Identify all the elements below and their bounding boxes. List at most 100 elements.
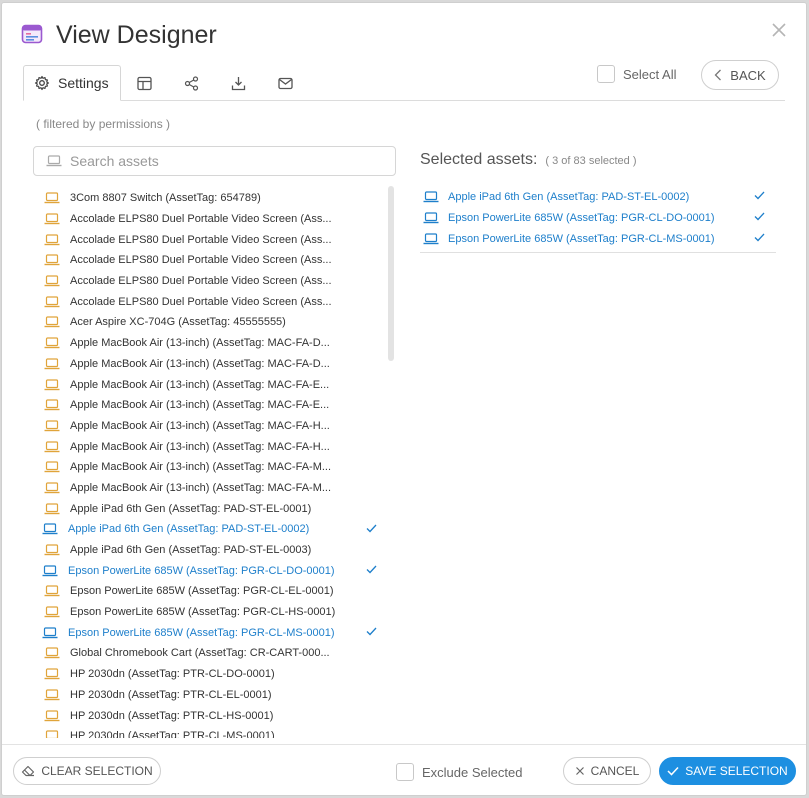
asset-list-item[interactable]: Apple MacBook Air (13-inch) (AssetTag: M…	[36, 457, 388, 478]
exclude-selected-checkbox[interactable]	[396, 763, 414, 781]
asset-list-item[interactable]: HP 2030dn (AssetTag: PTR-CL-HS-0001)	[36, 705, 388, 726]
asset-list-item[interactable]: Global Chromebook Cart (AssetTag: CR-CAR…	[36, 643, 388, 664]
tab-settings[interactable]: Settings	[23, 65, 121, 101]
selected-asset-item[interactable]: Epson PowerLite 685W (AssetTag: PGR-CL-D…	[420, 207, 776, 228]
asset-list-item[interactable]: Apple iPad 6th Gen (AssetTag: PAD-ST-EL-…	[36, 498, 388, 519]
asset-list-item-label: Apple MacBook Air (13-inch) (AssetTag: M…	[70, 399, 330, 412]
asset-list-item[interactable]: HP 2030dn (AssetTag: PTR-CL-EL-0001)	[36, 685, 388, 706]
asset-list-item[interactable]: Accolade ELPS80 Duel Portable Video Scre…	[36, 291, 388, 312]
selected-asset-item[interactable]: Epson PowerLite 685W (AssetTag: PGR-CL-M…	[420, 228, 776, 249]
asset-list-item[interactable]: Epson PowerLite 685W (AssetTag: PGR-CL-D…	[36, 560, 388, 581]
laptop-icon	[423, 190, 439, 202]
asset-list-item[interactable]: Epson PowerLite 685W (AssetTag: PGR-CL-H…	[36, 602, 388, 623]
asset-list-item[interactable]: Apple iPad 6th Gen (AssetTag: PAD-ST-EL-…	[36, 540, 388, 561]
selected-asset-item[interactable]: Apple iPad 6th Gen (AssetTag: PAD-ST-EL-…	[420, 186, 776, 207]
check-icon	[754, 212, 765, 221]
asset-list-item[interactable]: Apple MacBook Air (13-inch) (AssetTag: M…	[36, 478, 388, 499]
save-selection-button[interactable]: SAVE SELECTION	[659, 757, 796, 785]
asset-list-item-label: HP 2030dn (AssetTag: PTR-CL-EL-0001)	[70, 688, 272, 701]
asset-list-item-label: Apple iPad 6th Gen (AssetTag: PAD-ST-EL-…	[68, 523, 310, 536]
asset-list-item[interactable]: Apple MacBook Air (13-inch) (AssetTag: M…	[36, 374, 388, 395]
share-icon	[184, 75, 198, 91]
laptop-icon	[44, 606, 60, 618]
dialog-title: View Designer	[56, 21, 217, 49]
select-all-label: Select All	[623, 66, 677, 82]
asset-list-item[interactable]: Apple iPad 6th Gen (AssetTag: PAD-ST-EL-…	[36, 519, 388, 540]
asset-list-item[interactable]: Accolade ELPS80 Duel Portable Video Scre…	[36, 209, 388, 230]
asset-list-item-label: Epson PowerLite 685W (AssetTag: PGR-CL-H…	[70, 606, 336, 619]
asset-list-item[interactable]: Epson PowerLite 685W (AssetTag: PGR-CL-M…	[36, 622, 388, 643]
laptop-icon	[423, 232, 439, 244]
selected-assets-heading: Selected assets:	[420, 151, 538, 168]
asset-list-item-label: Global Chromebook Cart (AssetTag: CR-CAR…	[70, 647, 330, 660]
asset-list: 3Com 8807 Switch (AssetTag: 654789) Accol…	[36, 188, 388, 738]
asset-list-item-label: Accolade ELPS80 Duel Portable Video Scre…	[70, 233, 332, 246]
mail-icon	[277, 77, 293, 89]
asset-list-item-label: Apple MacBook Air (13-inch) (AssetTag: M…	[70, 440, 330, 453]
select-all-toggle[interactable]: Select All	[597, 65, 676, 83]
asset-list-item[interactable]: 3Com 8807 Switch (AssetTag: 654789)	[36, 188, 388, 209]
asset-list-item[interactable]: HP 2030dn (AssetTag: PTR-CL-MS-0001)	[36, 726, 388, 738]
asset-list-item[interactable]: Accolade ELPS80 Duel Portable Video Scre…	[36, 229, 388, 250]
asset-list-item-label: HP 2030dn (AssetTag: PTR-CL-MS-0001)	[70, 730, 275, 738]
asset-list-item-label: Apple MacBook Air (13-inch) (AssetTag: M…	[70, 337, 330, 350]
laptop-icon	[44, 461, 60, 473]
save-selection-label: SAVE SELECTION	[685, 764, 788, 778]
laptop-icon	[44, 296, 60, 307]
asset-list-item-label: Apple MacBook Air (13-inch) (AssetTag: M…	[70, 461, 332, 474]
laptop-icon	[42, 627, 58, 638]
asset-list-item[interactable]: HP 2030dn (AssetTag: PTR-CL-DO-0001)	[36, 664, 388, 685]
selected-asset-label: Epson PowerLite 685W (AssetTag: PGR-CL-M…	[448, 232, 715, 245]
search-box[interactable]	[33, 146, 396, 176]
laptop-icon	[44, 482, 60, 494]
laptop-icon	[44, 213, 60, 225]
selected-assets-header: Selected assets: ( 3 of 83 selected )	[420, 151, 637, 169]
exclude-selected-toggle[interactable]: Exclude Selected	[396, 763, 522, 781]
laptop-icon	[44, 689, 60, 701]
tab-layout[interactable]	[121, 65, 168, 101]
tab-bar: Settings	[23, 65, 309, 101]
asset-list-item[interactable]: Apple MacBook Air (13-inch) (AssetTag: M…	[36, 436, 388, 457]
laptop-icon	[46, 155, 62, 167]
back-button[interactable]: BACK	[701, 60, 779, 90]
laptop-icon	[44, 275, 60, 287]
laptop-icon	[44, 420, 60, 432]
asset-list-scrollbar[interactable]	[388, 186, 394, 361]
asset-list-item[interactable]: Epson PowerLite 685W (AssetTag: PGR-CL-E…	[36, 581, 388, 602]
asset-list-item-label: Apple MacBook Air (13-inch) (AssetTag: M…	[70, 378, 330, 391]
clear-selection-button[interactable]: CLEAR SELECTION	[13, 757, 161, 785]
laptop-icon	[44, 647, 60, 659]
asset-list-item[interactable]: Apple MacBook Air (13-inch) (AssetTag: M…	[36, 354, 388, 375]
asset-list-item-label: Accolade ELPS80 Duel Portable Video Scre…	[70, 213, 332, 226]
selected-asset-label: Epson PowerLite 685W (AssetTag: PGR-CL-D…	[448, 211, 715, 224]
asset-list-item[interactable]: Apple MacBook Air (13-inch) (AssetTag: M…	[36, 333, 388, 354]
asset-list-item-label: Accolade ELPS80 Duel Portable Video Scre…	[70, 295, 332, 308]
asset-list-item[interactable]: Accolade ELPS80 Duel Portable Video Scre…	[36, 271, 388, 292]
filter-note: ( filtered by permissions )	[36, 117, 171, 131]
cancel-button-label: CANCEL	[590, 764, 640, 778]
back-button-label: BACK	[730, 67, 766, 83]
asset-list-item-label: Epson PowerLite 685W (AssetTag: PGR-CL-E…	[70, 585, 334, 598]
close-icon	[575, 767, 584, 775]
asset-list-item[interactable]: Apple MacBook Air (13-inch) (AssetTag: M…	[36, 395, 388, 416]
asset-list-item[interactable]: Acer Aspire XC-704G (AssetTag: 45555555)	[36, 312, 388, 333]
check-icon	[366, 565, 377, 574]
laptop-icon	[45, 730, 59, 738]
cancel-button[interactable]: CANCEL	[563, 757, 651, 785]
asset-list-item-label: Apple iPad 6th Gen (AssetTag: PAD-ST-EL-…	[70, 502, 312, 515]
select-all-checkbox[interactable]	[597, 65, 615, 83]
close-icon[interactable]	[770, 21, 788, 39]
check-icon	[366, 627, 377, 636]
laptop-icon	[44, 544, 60, 556]
eraser-icon	[22, 765, 35, 777]
search-input[interactable]	[70, 153, 370, 169]
asset-list-item-label: Apple MacBook Air (13-inch) (AssetTag: M…	[70, 357, 330, 370]
selected-list-divider	[420, 252, 776, 253]
tab-share[interactable]	[168, 65, 215, 101]
asset-list-item[interactable]: Apple MacBook Air (13-inch) (AssetTag: M…	[36, 416, 388, 437]
tab-email[interactable]	[262, 65, 309, 101]
chevron-left-icon	[714, 69, 722, 81]
tab-download[interactable]	[215, 65, 262, 101]
asset-list-item-label: Acer Aspire XC-704G (AssetTag: 45555555)	[70, 316, 286, 329]
asset-list-item[interactable]: Accolade ELPS80 Duel Portable Video Scre…	[36, 250, 388, 271]
